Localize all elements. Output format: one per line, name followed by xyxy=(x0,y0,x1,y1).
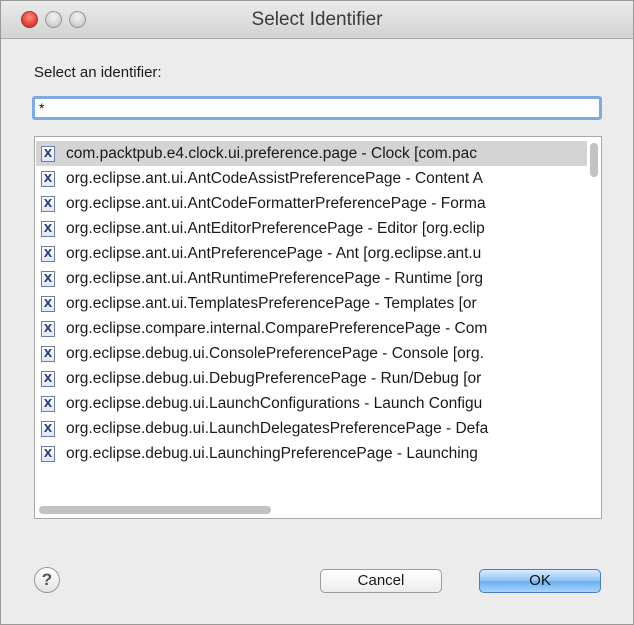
x-class-icon: X xyxy=(41,171,55,187)
identifier-list-item-label: org.eclipse.debug.ui.DebugPreferencePage… xyxy=(66,370,482,387)
ok-button[interactable]: OK xyxy=(479,569,601,593)
identifier-list-item[interactable]: Xcom.packtpub.e4.clock.ui.preference.pag… xyxy=(36,141,587,166)
identifier-list-item-label: org.eclipse.ant.ui.AntPreferencePage - A… xyxy=(66,245,482,262)
x-class-icon: X xyxy=(41,271,55,287)
identifier-filter-input[interactable] xyxy=(32,96,602,120)
identifier-list[interactable]: Xcom.packtpub.e4.clock.ui.preference.pag… xyxy=(34,136,602,519)
x-class-icon: X xyxy=(41,396,55,412)
identifier-list-item-label: org.eclipse.debug.ui.LaunchDelegatesPref… xyxy=(66,420,489,437)
x-class-icon: X xyxy=(41,196,55,212)
identifier-list-item[interactable]: Xorg.eclipse.compare.internal.ComparePre… xyxy=(36,316,587,341)
identifier-list-item-label: org.eclipse.debug.ui.ConsolePreferencePa… xyxy=(66,345,484,362)
identifier-list-item-label: org.eclipse.ant.ui.AntEditorPreferencePa… xyxy=(66,220,485,237)
identifier-list-item-label: org.eclipse.compare.internal.ComparePref… xyxy=(66,320,488,337)
identifier-list-rows: Xcom.packtpub.e4.clock.ui.preference.pag… xyxy=(36,141,587,466)
x-class-icon: X xyxy=(41,446,55,462)
identifier-list-item[interactable]: Xorg.eclipse.debug.ui.LaunchingPreferenc… xyxy=(36,441,587,466)
title-bar[interactable]: Select Identifier xyxy=(1,1,633,39)
identifier-list-item[interactable]: Xorg.eclipse.ant.ui.AntEditorPreferenceP… xyxy=(36,216,587,241)
identifier-list-item-label: org.eclipse.debug.ui.LaunchConfiguration… xyxy=(66,395,483,412)
x-class-icon: X xyxy=(41,246,55,262)
identifier-list-item-label: org.eclipse.ant.ui.AntCodeAssistPreferen… xyxy=(66,170,484,187)
identifier-list-item[interactable]: Xorg.eclipse.ant.ui.AntCodeAssistPrefere… xyxy=(36,166,587,191)
identifier-list-item[interactable]: Xorg.eclipse.ant.ui.AntPreferencePage - … xyxy=(36,241,587,266)
x-class-icon: X xyxy=(41,346,55,362)
identifier-list-item[interactable]: Xorg.eclipse.debug.ui.LaunchConfiguratio… xyxy=(36,391,587,416)
cancel-button[interactable]: Cancel xyxy=(320,569,442,593)
identifier-list-item[interactable]: Xorg.eclipse.debug.ui.ConsolePreferenceP… xyxy=(36,341,587,366)
identifier-list-item-label: com.packtpub.e4.clock.ui.preference.page… xyxy=(66,145,477,162)
identifier-list-item[interactable]: Xorg.eclipse.ant.ui.AntRuntimePreference… xyxy=(36,266,587,291)
identifier-list-item[interactable]: Xorg.eclipse.ant.ui.TemplatesPreferenceP… xyxy=(36,291,587,316)
identifier-list-item-label: org.eclipse.ant.ui.AntRuntimePreferenceP… xyxy=(66,270,483,287)
x-class-icon: X xyxy=(41,296,55,312)
x-class-icon: X xyxy=(41,321,55,337)
identifier-list-item-label: org.eclipse.ant.ui.TemplatesPreferencePa… xyxy=(66,295,477,312)
x-class-icon: X xyxy=(41,371,55,387)
identifier-list-item[interactable]: Xorg.eclipse.debug.ui.DebugPreferencePag… xyxy=(36,366,587,391)
identifier-list-item[interactable]: Xorg.eclipse.ant.ui.AntCodeFormatterPref… xyxy=(36,191,587,216)
identifier-list-item[interactable]: Xorg.eclipse.debug.ui.LaunchDelegatesPre… xyxy=(36,416,587,441)
help-icon[interactable]: ? xyxy=(34,567,60,593)
x-class-icon: X xyxy=(41,421,55,437)
prompt-label: Select an identifier: xyxy=(34,64,162,81)
horizontal-scrollbar-thumb[interactable] xyxy=(39,506,271,514)
identifier-list-item-label: org.eclipse.debug.ui.LaunchingPreference… xyxy=(66,445,478,462)
select-identifier-dialog: Select Identifier Select an identifier: … xyxy=(0,0,634,625)
window-title: Select Identifier xyxy=(251,9,383,30)
vertical-scrollbar-thumb[interactable] xyxy=(590,143,598,177)
x-class-icon: X xyxy=(41,146,55,162)
x-class-icon: X xyxy=(41,221,55,237)
identifier-list-item-label: org.eclipse.ant.ui.AntCodeFormatterPrefe… xyxy=(66,195,486,212)
